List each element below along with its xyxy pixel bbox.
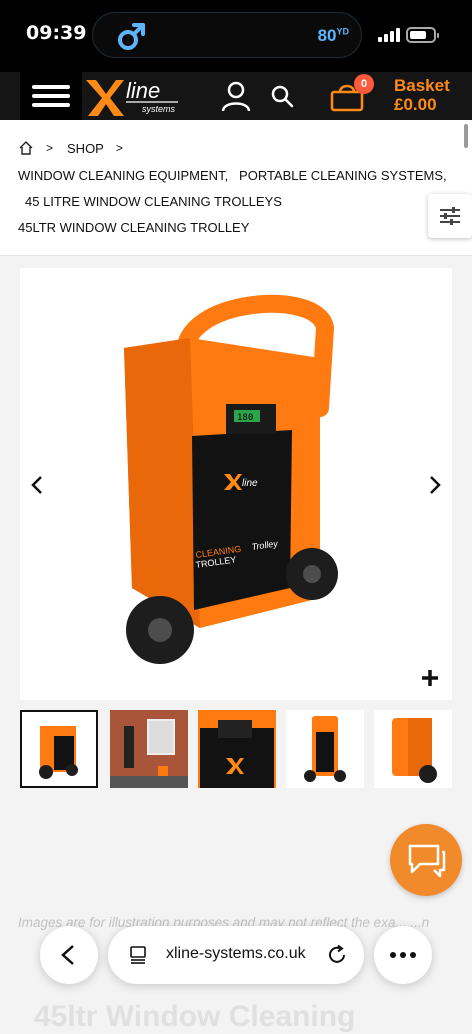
page-icon [130,946,146,964]
chevron-right-icon: > [115,141,123,155]
front-view-thumb-image [304,716,346,782]
previous-image-icon[interactable] [30,475,44,495]
breadcrumb-window-cleaning[interactable]: WINDOW CLEANING EQUIPMENT, [18,168,228,183]
filter-button[interactable] [428,194,472,238]
control-panel-thumb-image [198,710,276,788]
trolley-thumb-image [39,726,78,779]
basket-count-badge: 0 [354,74,374,94]
url-text: xline-systems.co.uk [166,945,306,962]
hamburger-menu-button[interactable] [20,72,82,120]
site-header: line systems 0 Basket £0.00 [0,72,472,120]
svg-text:line: line [242,478,258,489]
in-use-thumb-image [110,710,188,788]
thumbnail-1[interactable] [20,710,98,788]
product-main-image[interactable]: 180 line CLEANING TROLLEY Trolley [20,268,452,700]
breadcrumb: > SHOP > WINDOW CLEANING EQUIPMENT, PORT… [0,120,472,256]
breadcrumb-45-litre-trolleys[interactable]: 45 LITRE WINDOW CLEANING TROLLEYS [25,194,282,209]
browser-back-button[interactable] [40,926,98,984]
thumbnail-strip [20,710,472,788]
rear-view-thumb-image [392,718,437,783]
basket-total: £0.00 [394,95,437,114]
next-image-icon[interactable] [428,475,442,495]
product-title: 45ltr Window Cleaning [34,1000,356,1033]
breadcrumb-current: 45LTR WINDOW CLEANING TROLLEY [18,220,250,235]
search-icon[interactable] [270,84,294,108]
battery-icon [406,27,439,43]
thumbnail-4[interactable] [286,710,364,788]
breadcrumb-portable-systems[interactable]: PORTABLE CLEANING SYSTEMS, [239,168,447,183]
trolley-image: 180 line CLEANING TROLLEY Trolley [124,294,338,664]
status-time: 09:39 [26,22,87,44]
reload-icon[interactable] [326,944,348,966]
account-icon[interactable] [220,80,252,112]
thumbnail-2[interactable] [110,710,188,788]
status-bar: 09:39 80YD [0,0,472,72]
sliders-icon [440,207,460,225]
zoom-plus-icon[interactable] [420,668,440,688]
svg-text:line: line [126,78,160,103]
address-bar[interactable]: xline-systems.co.uk [108,926,364,984]
basket-label: Basket [394,76,450,95]
chevron-left-icon [61,945,74,965]
chat-bubble-icon [408,844,446,878]
thumbnail-5[interactable] [374,710,452,788]
cellular-signal-icon [378,28,400,42]
dynamic-island[interactable]: 80YD [92,12,362,58]
chevron-right-icon: > [46,141,54,155]
basket-summary[interactable]: Basket £0.00 [394,76,450,114]
breadcrumb-shop[interactable]: SHOP [67,141,104,156]
live-chat-button[interactable] [390,824,462,896]
svg-text:180: 180 [237,413,253,423]
svg-text:systems: systems [142,104,176,114]
thumbnail-3[interactable] [198,710,276,788]
activity-readout: 80YD [317,26,349,45]
male-symbol-icon [118,23,145,50]
xline-logo[interactable]: line systems [84,74,184,118]
scrollbar[interactable] [464,124,468,148]
home-icon[interactable] [18,140,34,156]
browser-more-button[interactable] [374,926,432,984]
more-dots-icon [390,952,416,958]
